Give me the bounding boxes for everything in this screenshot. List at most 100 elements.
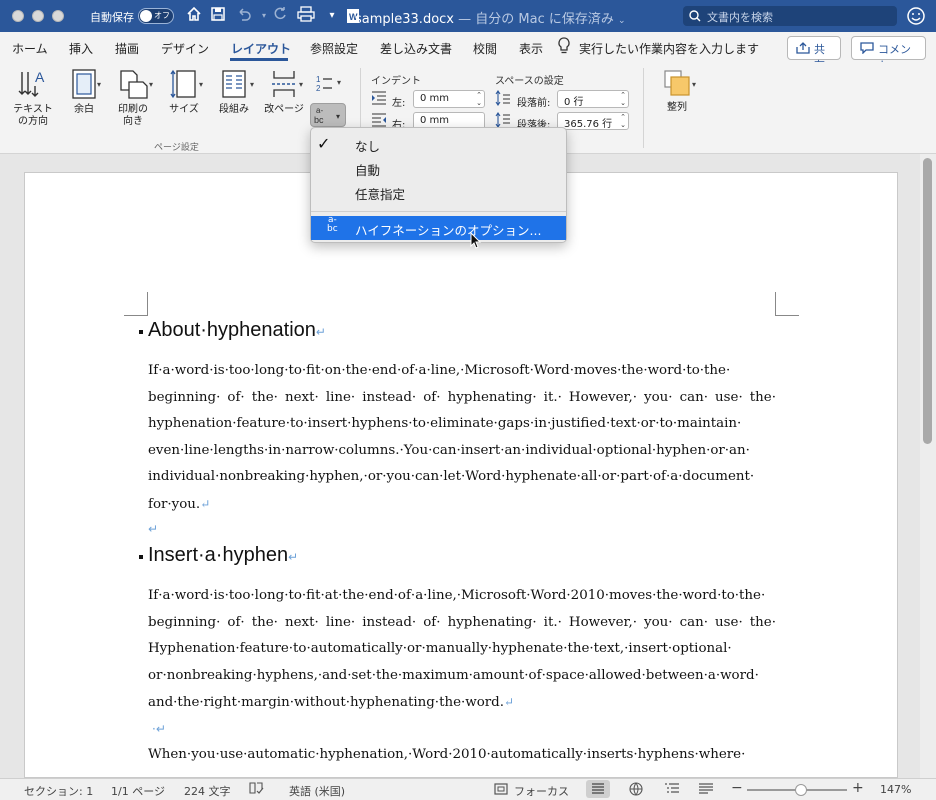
spinner-arrows-icon[interactable]: ⌃ ⌄ [620, 91, 626, 107]
size-dropdown-icon[interactable]: ▾ [199, 80, 203, 89]
margins-icon [72, 69, 96, 99]
tab-review[interactable]: 校閲 [473, 40, 497, 57]
spacing-before-value: 0 行 [564, 97, 584, 108]
orientation-dropdown-icon[interactable]: ▾ [149, 80, 153, 89]
paragraph-automatic-hyphenation[interactable]: When·you·use·automatic·hyphenation,·Word… [148, 742, 776, 778]
file-name: sample33.docx [355, 12, 454, 27]
web-layout-view-icon[interactable] [628, 781, 644, 800]
svg-text:▾: ▾ [336, 112, 340, 121]
zoom-slider-thumb[interactable] [795, 784, 807, 796]
zoom-in-icon[interactable]: + [852, 780, 864, 796]
paragraph-text: When·you·use·automatic·hyphenation,·Word… [148, 747, 746, 762]
spinner-arrows-icon[interactable]: ⌃ ⌄ [620, 113, 626, 129]
status-language[interactable]: 英語 (米国) [289, 783, 345, 799]
title-bar: 自動保存 オフ ▾ ▾ W sample33.docx — 自分の Mac に保… [0, 0, 936, 32]
breaks-button[interactable]: 改ページ [262, 68, 306, 116]
autosave-toggle[interactable]: オフ [138, 8, 174, 24]
paragraph-mark-icon: ↵ [504, 695, 515, 710]
line-numbers-icon[interactable]: 12 [316, 74, 338, 97]
close-window-button[interactable] [12, 10, 24, 22]
orientation-button[interactable]: 印刷の 向き [108, 68, 158, 128]
paragraph-insert-hyphen[interactable]: If·a·word·is·too·long·to·fit·at·the·end·… [148, 583, 776, 717]
zoom-level[interactable]: 147% [880, 783, 911, 796]
tell-me-box[interactable]: 実行したい作業内容を入力します [579, 40, 759, 57]
indent-title: インデント [371, 76, 421, 87]
zoom-out-icon[interactable]: − [731, 780, 743, 796]
spacing-before-spinner[interactable]: 0 行 ⌃ ⌄ [557, 90, 629, 108]
heading-about-hyphenation[interactable]: About·hyphenation↵ [139, 319, 326, 342]
margins-dropdown-icon[interactable]: ▾ [97, 80, 101, 89]
print-layout-view-icon[interactable] [586, 780, 610, 798]
home-icon[interactable] [184, 6, 204, 26]
menu-item-automatic[interactable]: 自動 [311, 156, 566, 180]
customize-toolbar-icon[interactable]: ▾ [322, 6, 342, 26]
size-button[interactable]: サイズ [162, 68, 206, 116]
outline-view-icon[interactable] [664, 782, 680, 799]
toggle-knob [140, 10, 152, 22]
active-tab-indicator [230, 58, 288, 61]
save-location: — 自分の Mac に保存済み [458, 12, 614, 27]
hyphenation-icon: a-bc [327, 215, 338, 234]
margins-button[interactable]: 余白 [62, 68, 106, 116]
proofing-icon[interactable] [248, 781, 264, 798]
save-icon[interactable] [208, 6, 228, 26]
vertical-scrollbar-thumb[interactable] [923, 158, 932, 444]
spacing-after-value: 365.76 行 [564, 119, 613, 130]
tab-draw[interactable]: 描画 [115, 40, 139, 57]
text-direction-button[interactable]: A テキスト の方向 [10, 68, 56, 128]
zoom-window-button[interactable] [52, 10, 64, 22]
hyphenation-button[interactable]: a- bc ▾ [310, 103, 346, 127]
line-numbers-dropdown-icon[interactable]: ▾ [337, 78, 341, 87]
tab-home[interactable]: ホーム [12, 40, 48, 57]
tab-insert[interactable]: 挿入 [69, 40, 93, 57]
title-chevron-icon[interactable]: ⌄ [618, 16, 626, 26]
arrange-dropdown-icon[interactable]: ▾ [692, 80, 696, 89]
lightbulb-icon [557, 37, 571, 58]
status-word-count[interactable]: 224 文字 [184, 783, 231, 799]
menu-item-label: ハイフネーションのオプション... [355, 223, 542, 238]
paragraph-about-hyphenation[interactable]: If·a·word·is·too·long·to·fit·on·the·end·… [148, 358, 776, 519]
indent-left-spinner[interactable]: 0 mm ⌃ ⌄ [413, 90, 485, 108]
feedback-smiley-icon[interactable] [906, 6, 926, 26]
tab-mailings[interactable]: 差し込み文書 [380, 40, 452, 57]
spinner-arrows-icon[interactable]: ⌃ ⌄ [476, 91, 482, 107]
share-button[interactable]: 共有 [787, 36, 841, 72]
focus-icon[interactable] [494, 782, 508, 799]
arrange-button[interactable]: 整列 [654, 68, 700, 114]
hyphenation-icon: a- bc ▾ [314, 106, 340, 125]
document-search[interactable]: 文書内を検索 [683, 6, 897, 26]
tab-layout[interactable]: レイアウト [231, 40, 291, 57]
columns-dropdown-icon[interactable]: ▾ [250, 80, 254, 89]
margins-label: 余白 [74, 104, 94, 115]
spacing-after-spinner[interactable]: 365.76 行 ⌃ ⌄ [557, 112, 629, 130]
undo-icon[interactable] [234, 6, 254, 26]
comment-button[interactable]: コメント [851, 36, 926, 72]
menu-item-none[interactable]: ✓ なし [311, 132, 566, 156]
status-page[interactable]: 1/1 ページ [111, 783, 165, 799]
status-section[interactable]: セクション: 1 [24, 783, 93, 799]
menu-item-manual[interactable]: 任意指定 [311, 180, 566, 204]
menu-item-hyphenation-options[interactable]: a-bc ハイフネーションのオプション... [311, 216, 566, 240]
redo-icon[interactable] [270, 6, 290, 26]
comment-icon [860, 42, 874, 54]
minimize-window-button[interactable] [32, 10, 44, 22]
orientation-label: 印刷の 向き [118, 104, 148, 127]
spacing-before-icon [495, 90, 511, 109]
paragraph-mark-icon: ↵ [315, 325, 326, 339]
print-icon[interactable] [296, 6, 316, 26]
draft-view-icon[interactable] [698, 782, 714, 799]
columns-button[interactable]: 段組み [212, 68, 256, 116]
status-focus-label[interactable]: フォーカス [514, 783, 569, 799]
arrange-label: 整列 [667, 102, 687, 113]
tab-view[interactable]: 表示 [519, 40, 543, 57]
breaks-dropdown-icon[interactable]: ▾ [299, 80, 303, 89]
ribbon-separator [643, 68, 644, 148]
crop-mark-left [124, 292, 148, 316]
zoom-slider[interactable] [747, 784, 847, 796]
indent-right-value: 0 mm [420, 115, 450, 126]
window-title: sample33.docx — 自分の Mac に保存済み ⌄ [355, 8, 626, 27]
tab-design[interactable]: デザイン [161, 40, 209, 57]
heading-insert-hyphen[interactable]: Insert·a·hyphen↵ [139, 544, 298, 567]
tab-references[interactable]: 参照設定 [310, 40, 358, 57]
menu-item-label: 自動 [355, 163, 381, 178]
